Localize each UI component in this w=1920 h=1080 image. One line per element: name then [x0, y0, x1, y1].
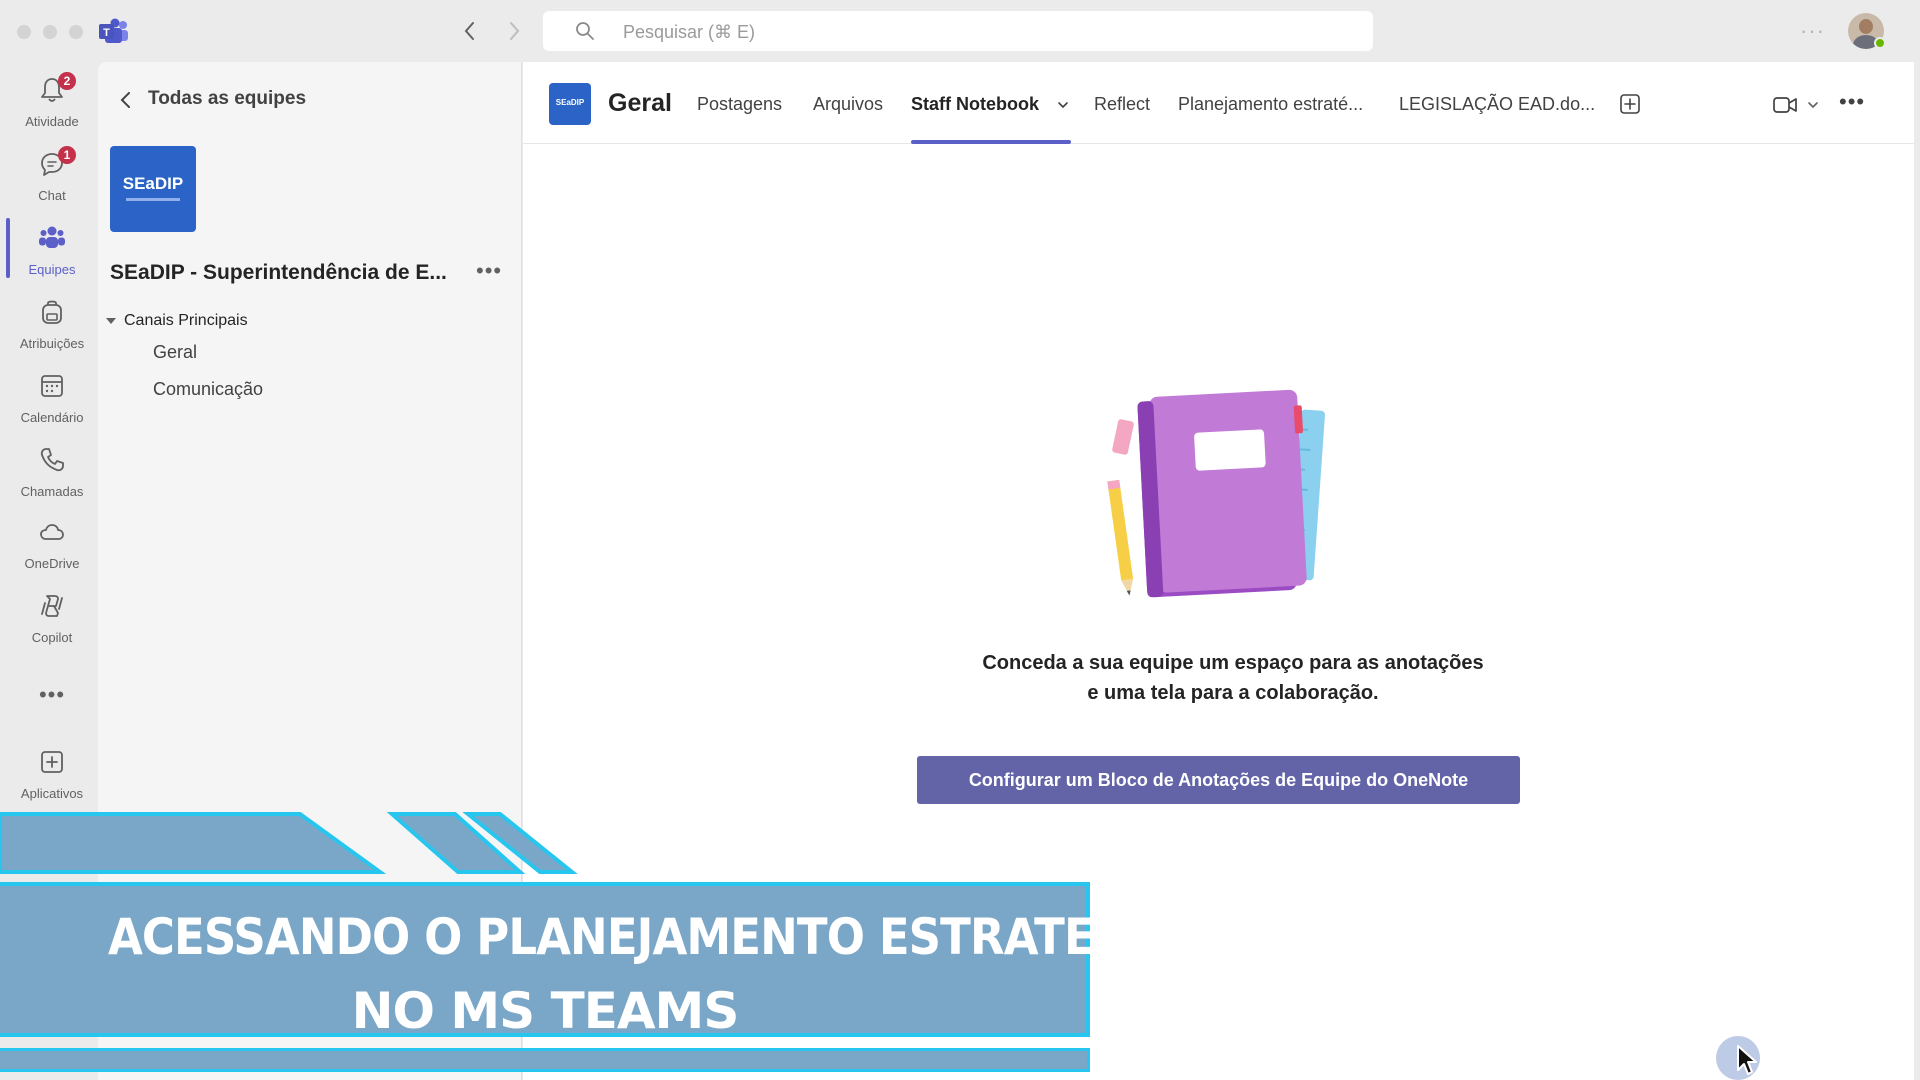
search-input[interactable]: Pesquisar (⌘ E) — [543, 11, 1373, 51]
team-more-options-button[interactable]: ••• — [476, 258, 502, 284]
add-app-icon — [41, 751, 63, 773]
team-logo: SEaDIP — [110, 146, 196, 232]
window-minimize-button[interactable] — [43, 25, 57, 39]
notebook-illustration-icon — [1107, 389, 1325, 598]
team-logo-text: SEaDIP — [122, 174, 184, 193]
chevron-left-icon — [120, 92, 130, 108]
rail-label: Copilot — [31, 630, 73, 645]
tab-staff-notebook[interactable]: Staff Notebook — [911, 94, 1039, 115]
tab-legislacao[interactable]: LEGISLAÇÃO EAD.do... — [1399, 94, 1595, 115]
rail-label: Atividade — [25, 114, 79, 129]
mouse-cursor-icon — [1737, 1045, 1757, 1075]
add-tab-icon[interactable] — [1619, 93, 1641, 115]
chevron-down-icon[interactable] — [1057, 100, 1069, 110]
video-camera-icon[interactable] — [1772, 95, 1798, 115]
rail-item-atividade[interactable]: 2 Atividade — [6, 70, 98, 140]
back-arrow-icon[interactable] — [458, 18, 482, 44]
meet-chevron-down-icon[interactable] — [1807, 100, 1819, 110]
copilot-icon — [41, 595, 63, 617]
channel-title: Geral — [608, 89, 672, 117]
rail-item-calendario[interactable]: Calendário — [6, 366, 98, 436]
channel-logo-text: SEaDIP — [555, 98, 585, 107]
rail-label: Chat — [38, 188, 66, 203]
caption-line-2: NO MS TEAMS — [351, 982, 740, 1040]
svg-text:T: T — [103, 27, 110, 39]
rail-label: Equipes — [28, 262, 76, 277]
rail-item-chamadas[interactable]: Chamadas — [6, 440, 98, 510]
team-name[interactable]: SEaDIP - Superintendência de E... — [110, 261, 447, 285]
rail-item-equipes[interactable]: Equipes — [6, 218, 98, 288]
channel-team-logo: SEaDIP — [549, 83, 591, 125]
rail-item-chat[interactable]: 1 Chat — [6, 144, 98, 214]
rail-label: Atribuições — [19, 336, 85, 351]
search-placeholder: Pesquisar (⌘ E) — [623, 22, 756, 42]
rail-label: Calendário — [20, 410, 84, 425]
setup-onenote-notebook-button[interactable]: Configurar um Bloco de Anotações de Equi… — [917, 756, 1520, 804]
channel-item-geral[interactable]: Geral — [153, 342, 197, 363]
window-zoom-button[interactable] — [69, 25, 83, 39]
more-apps-button[interactable]: ••• — [6, 682, 98, 708]
empty-state-message: Conceda a sua equipe um espaço para as a… — [863, 648, 1603, 708]
caption-line-1: ACESSANDO O PLANEJAMENTO ESTRATEGICO — [108, 908, 1216, 966]
tab-reflect[interactable]: Reflect — [1094, 94, 1150, 115]
video-caption-overlay: ACESSANDO O PLANEJAMENTO ESTRATEGICO NO … — [0, 810, 1216, 1080]
caption-bottom-bar — [0, 1048, 1090, 1072]
activity-badge: 2 — [58, 72, 76, 90]
calendar-icon — [41, 375, 63, 397]
teams-logo-icon: T — [99, 18, 128, 43]
rail-label: Aplicativos — [20, 786, 84, 801]
channel-tab-bar: SEaDIP Geral Postagens Arquivos Staff No… — [523, 62, 1914, 144]
caption-decoration — [0, 812, 578, 874]
caption-box: ACESSANDO O PLANEJAMENTO ESTRATEGICO NO … — [0, 882, 1216, 1040]
active-tab-indicator — [911, 140, 1071, 144]
channel-item-comunicacao[interactable]: Comunicação — [153, 379, 263, 400]
rail-label: OneDrive — [24, 556, 80, 571]
rail-item-aplicativos[interactable]: Aplicativos — [6, 742, 98, 812]
tab-arquivos[interactable]: Arquivos — [813, 94, 883, 115]
backpack-icon — [42, 300, 62, 324]
tab-planejamento[interactable]: Planejamento estraté... — [1178, 94, 1363, 115]
channel-section-header[interactable]: Canais Principais — [106, 312, 248, 330]
tab-postagens[interactable]: Postagens — [697, 94, 782, 115]
settings-more-button[interactable]: ··· — [1800, 18, 1825, 44]
empty-state-line-2: e uma tela para a colaboração. — [1087, 682, 1379, 704]
teams-icon — [39, 226, 65, 248]
window-close-button[interactable] — [17, 25, 31, 39]
cloud-icon — [40, 524, 64, 540]
presence-available-icon — [1874, 37, 1886, 49]
rail-item-onedrive[interactable]: OneDrive — [6, 512, 98, 582]
section-label: Canais Principais — [124, 312, 248, 329]
phone-icon — [40, 448, 64, 472]
rail-label: Chamadas — [20, 484, 84, 499]
back-label: Todas as equipes — [148, 88, 307, 109]
rail-item-copilot[interactable]: Copilot — [6, 586, 98, 656]
channel-more-options-button[interactable]: ••• — [1839, 89, 1865, 115]
caret-down-icon — [106, 317, 116, 324]
title-bar: T Pesquisar (⌘ E) ··· — [0, 0, 1920, 62]
chat-badge: 1 — [58, 146, 76, 164]
empty-state-line-1: Conceda a sua equipe um espaço para as a… — [982, 652, 1484, 674]
forward-arrow-icon[interactable] — [502, 18, 526, 44]
search-icon — [576, 22, 594, 40]
rail-item-atribuicoes[interactable]: Atribuições — [6, 292, 98, 362]
